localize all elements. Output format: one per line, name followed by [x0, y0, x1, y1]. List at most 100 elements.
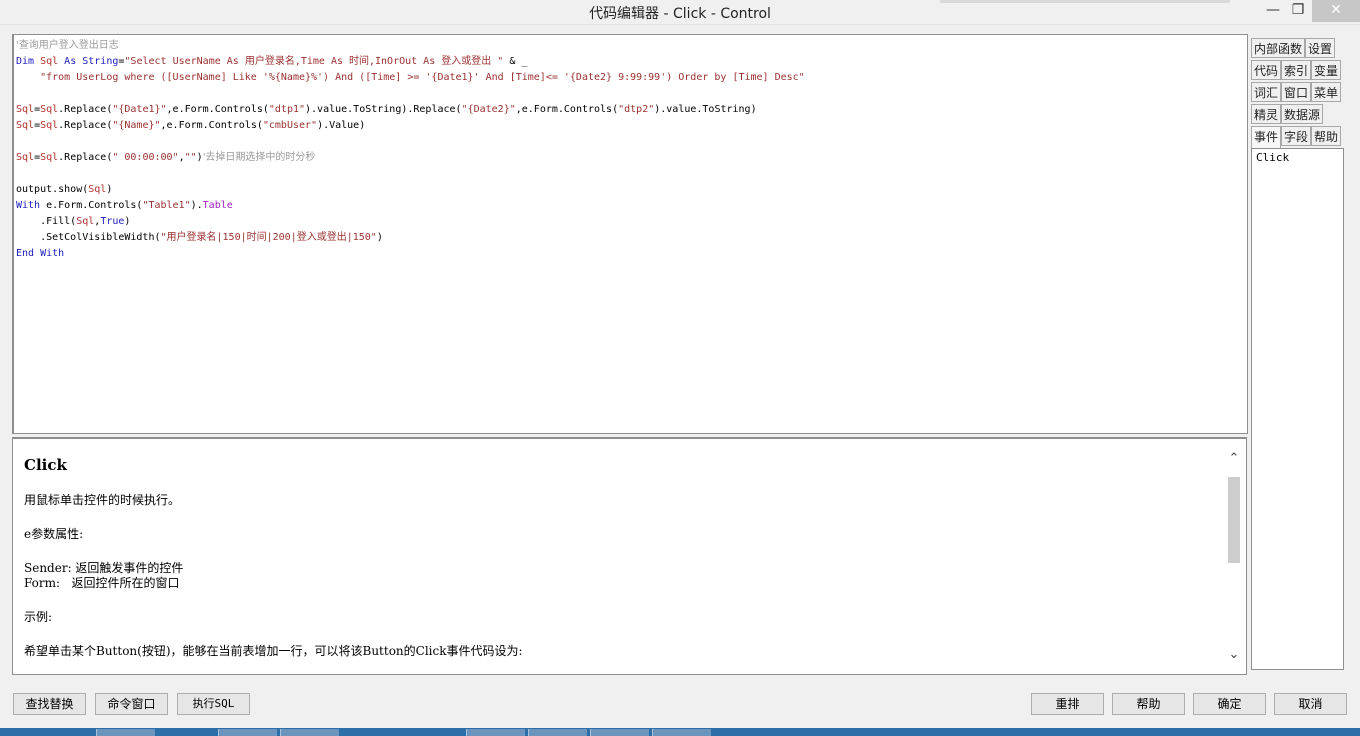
code-token: True [100, 216, 125, 227]
tab-vocabulary[interactable]: 词汇 [1251, 82, 1281, 102]
code-line: Dim Sql As String="Select UserName As 用户… [16, 54, 527, 70]
code-token: Sql [40, 56, 59, 67]
code-token: Dim [16, 56, 41, 67]
code-token: End With [16, 248, 65, 259]
code-line: .SetColVisibleWidth("用户登录名|150|时间|200|登入… [16, 230, 383, 246]
code-token: As String [58, 56, 119, 67]
code-token: ,e.Form.Controls( [515, 104, 619, 115]
code-token: "dtp1" [268, 104, 306, 115]
help-button[interactable]: 帮助 [1112, 693, 1185, 715]
code-token: '查询用户登入登出日志 [16, 40, 119, 51]
code-token: ).value.ToString).Replace( [305, 104, 462, 115]
help-params-heading: e参数属性: [24, 527, 84, 541]
code-token: Sql [76, 216, 95, 227]
execute-sql-button[interactable]: 执行SQL [177, 693, 250, 715]
taskbar-item[interactable] [280, 729, 339, 736]
tab-menu[interactable]: 菜单 [1311, 82, 1341, 102]
code-line: Sql=Sql.Replace("{Name}",e.Form.Controls… [16, 118, 365, 134]
code-line: Sql=Sql.Replace(" 00:00:00","")'去掉日期选择中的… [16, 150, 315, 166]
tab-settings[interactable]: 设置 [1305, 38, 1335, 58]
code-token: With [16, 200, 47, 211]
find-replace-button[interactable]: 查找替换 [13, 693, 86, 715]
tab-help[interactable]: 帮助 [1311, 126, 1341, 146]
code-line: '查询用户登入登出日志 [16, 38, 119, 54]
code-token: Table [202, 200, 233, 211]
taskbar-item[interactable] [652, 729, 711, 736]
code-editor[interactable]: '查询用户登入登出日志 Dim Sql As String="Select Use… [12, 34, 1248, 434]
help-title: Click [24, 456, 67, 474]
code-line: "from UserLog where ([UserName] Like '%{… [16, 70, 805, 86]
taskbar-item[interactable] [218, 729, 277, 736]
code-token: ).Value) [317, 120, 366, 131]
taskbar-item[interactable] [590, 729, 649, 736]
code-token: Sql [88, 184, 107, 195]
command-window-button[interactable]: 命令窗口 [95, 693, 168, 715]
ok-button[interactable]: 确定 [1193, 693, 1266, 715]
code-token: Sql [16, 104, 35, 115]
code-token: '去掉日期选择中的时分秒 [202, 152, 316, 163]
scroll-up-icon[interactable]: ⌃ [1226, 451, 1242, 467]
code-line: .Fill(Sql,True) [16, 214, 130, 230]
code-token: .Replace( [58, 104, 113, 115]
code-token: ). [190, 200, 203, 211]
tab-builtin-functions[interactable]: 内部函数 [1251, 38, 1305, 58]
code-token: "{Name}" [112, 120, 161, 131]
rearrange-button[interactable]: 重排 [1031, 693, 1104, 715]
help-example-text: 希望单击某个Button(按钮)，能够在当前表增加一行，可以将该Button的C… [24, 644, 523, 658]
code-token: Sql [16, 152, 35, 163]
tab-window[interactable]: 窗口 [1281, 82, 1311, 102]
tab-datasource[interactable]: 数据源 [1281, 104, 1323, 124]
tab-events[interactable]: 事件 [1251, 126, 1281, 148]
scroll-down-icon[interactable]: ⌄ [1226, 647, 1242, 663]
code-token: "" [184, 152, 197, 163]
close-icon[interactable]: ✕ [1312, 0, 1360, 22]
code-token: "dtp2" [618, 104, 655, 115]
code-line: output.show(Sql) [16, 182, 112, 198]
help-description: 用鼠标单击控件的时候执行。 [24, 493, 181, 507]
code-token: .Replace( [58, 152, 113, 163]
event-list[interactable]: Click [1251, 148, 1344, 670]
taskbar-item[interactable] [96, 729, 155, 736]
tab-variables[interactable]: 变量 [1311, 60, 1341, 80]
code-token: .Replace( [58, 120, 113, 131]
code-line: End With [16, 246, 64, 262]
title-bar: 代码编辑器 - Click - Control — ❐ ✕ [0, 0, 1360, 25]
tab-fields[interactable]: 字段 [1281, 126, 1311, 146]
code-token: "cmbUser" [262, 120, 318, 131]
code-token: "{Date2}" [461, 104, 516, 115]
code-line: Sql=Sql.Replace("{Date1}",e.Form.Control… [16, 102, 757, 118]
code-token: Sql [40, 152, 59, 163]
code-token: ).value.ToString) [654, 104, 757, 115]
tab-wizard[interactable]: 精灵 [1251, 104, 1281, 124]
code-token: ,e.Form.Controls( [160, 120, 263, 131]
tab-code[interactable]: 代码 [1251, 60, 1281, 80]
restore-icon[interactable]: ❐ [1286, 0, 1310, 22]
event-list-item[interactable]: Click [1256, 151, 1289, 164]
minimize-icon[interactable]: — [1260, 0, 1286, 22]
scroll-thumb[interactable] [1228, 477, 1240, 563]
code-token: e.Form.Controls( [46, 200, 143, 211]
help-example-heading: 示例: [24, 610, 53, 624]
code-token: Sql [40, 104, 59, 115]
code-token: "用户登录名|150|时间|200|登入或登出|150" [160, 232, 377, 243]
code-token: Sql [40, 120, 59, 131]
code-token: ) [106, 184, 113, 195]
code-token: "Table1" [142, 200, 191, 211]
code-token: .Fill( [16, 216, 77, 227]
help-panel: Click 用鼠标单击控件的时候执行。 e参数属性: Sender: 返回触发事… [12, 437, 1247, 675]
code-token: "Select UserName As 用户登录名,Time As 时间,InO… [124, 56, 504, 67]
code-token: output.show( [16, 184, 89, 195]
window-title: 代码编辑器 - Click - Control [589, 6, 771, 22]
taskbar-item[interactable] [466, 729, 525, 736]
tab-index[interactable]: 索引 [1281, 60, 1311, 80]
code-token: "{Date1}" [112, 104, 167, 115]
code-line: With e.Form.Controls("Table1").Table [16, 198, 233, 214]
help-scrollbar[interactable]: ⌃ ⌄ [1226, 451, 1242, 663]
code-token: Sql [16, 120, 35, 131]
code-token: ,e.Form.Controls( [166, 104, 269, 115]
cancel-button[interactable]: 取消 [1274, 693, 1347, 715]
code-token: " 00:00:00" [112, 152, 179, 163]
taskbar-item[interactable] [528, 729, 587, 736]
code-token: ) [376, 232, 383, 243]
